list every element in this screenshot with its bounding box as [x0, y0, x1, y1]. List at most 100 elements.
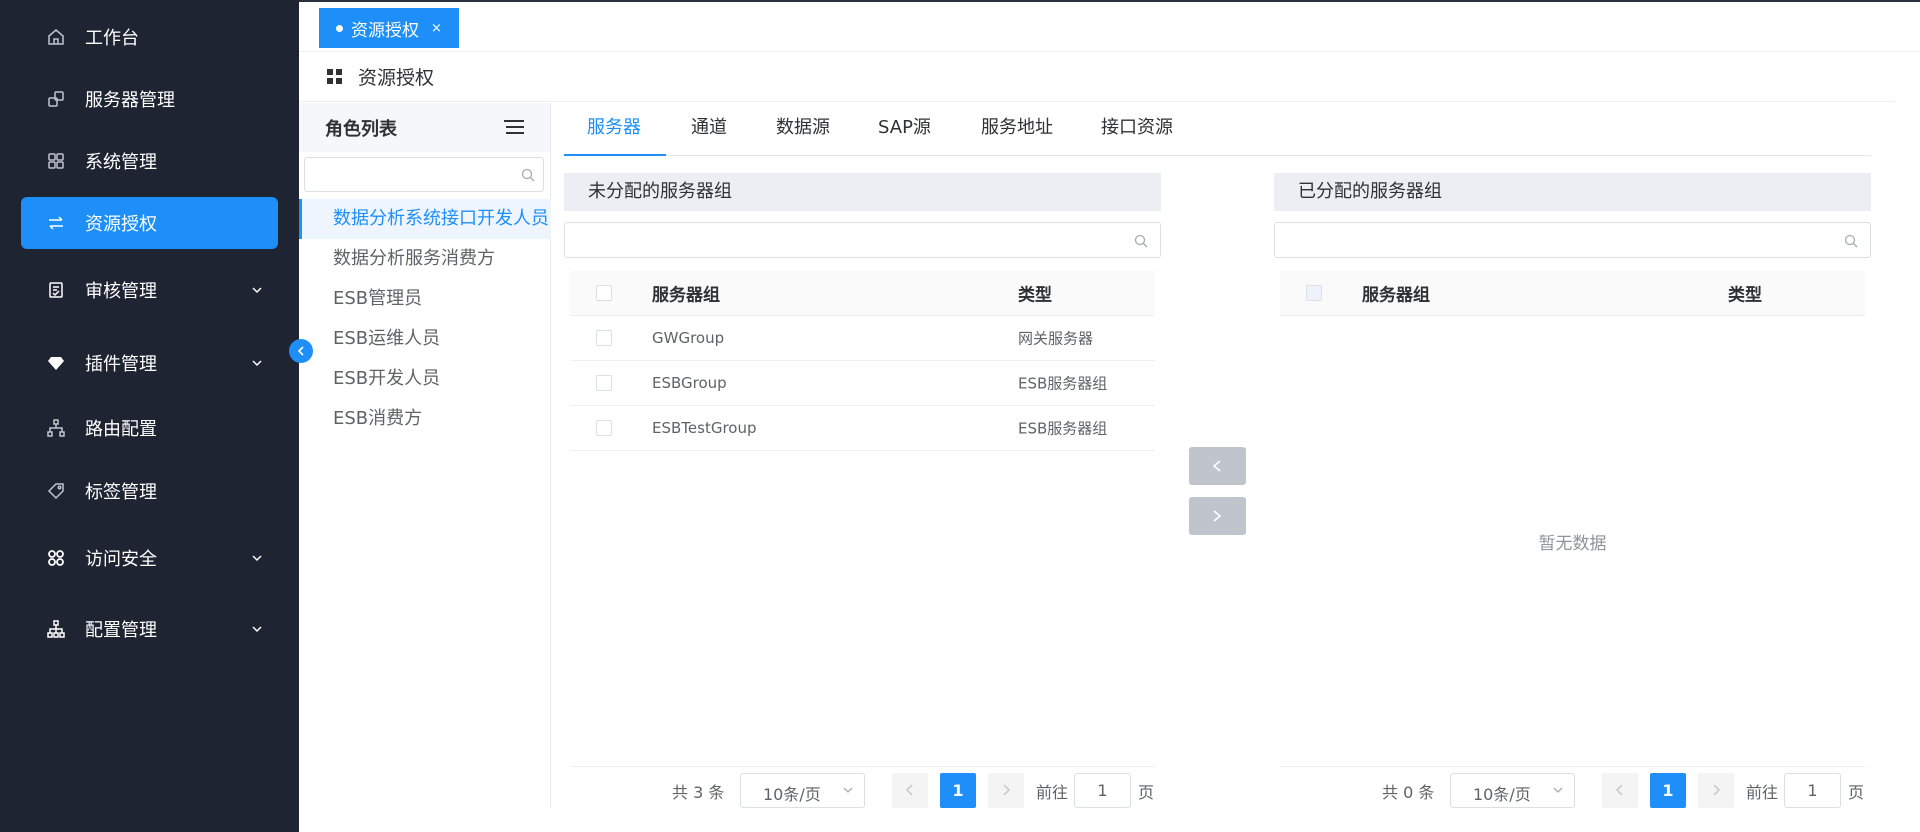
- sidebar-item-route-config[interactable]: 路由配置: [21, 402, 278, 454]
- role-panel: 角色列表 数据分析系统接口开发人员 数据分析服务消费方 ESB管理员 ESB运维…: [299, 103, 551, 808]
- page-tab-resource-auth[interactable]: 资源授权 ×: [319, 8, 459, 48]
- empty-state-text: 暂无数据: [1538, 534, 1607, 554]
- assigned-search-input[interactable]: [1274, 222, 1871, 258]
- move-right-button[interactable]: [1189, 497, 1246, 535]
- role-item[interactable]: ESB运维人员: [299, 319, 551, 359]
- unassigned-panel-title: 未分配的服务器组: [564, 173, 1161, 211]
- sidebar: 工作台 服务器管理 系统管理 资源授权 审核管理 插件管理 路由配置 标签管理 …: [0, 0, 299, 832]
- sidebar-item-access-security[interactable]: 访问安全: [21, 532, 278, 584]
- page-unit-label: 页: [1138, 783, 1155, 802]
- cell-type: 网关服务器: [1018, 329, 1094, 348]
- column-header-group: 服务器组: [652, 285, 720, 306]
- server-icon: [48, 91, 64, 107]
- table-row[interactable]: ESBTestGroup ESB服务器组: [570, 406, 1155, 451]
- role-item[interactable]: ESB消费方: [299, 399, 551, 439]
- search-icon: [1844, 234, 1858, 248]
- column-header-group: 服务器组: [1362, 285, 1430, 306]
- sidebar-item-label: 插件管理: [85, 354, 157, 375]
- sidebar-item-system-management[interactable]: 系统管理: [21, 135, 278, 187]
- prev-page-button[interactable]: [1602, 773, 1638, 808]
- page-size-select[interactable]: 10条/页: [740, 773, 865, 808]
- role-item[interactable]: 数据分析系统接口开发人员: [299, 199, 551, 239]
- sidebar-item-label: 服务器管理: [85, 90, 175, 111]
- sidebar-item-label: 路由配置: [85, 419, 157, 440]
- chevron-left-icon: [906, 784, 913, 796]
- page-title: 资源授权: [358, 67, 435, 89]
- sidebar-item-config-management[interactable]: 配置管理: [21, 603, 278, 655]
- row-checkbox[interactable]: [596, 375, 612, 391]
- pagination-total: 共 3 条: [672, 783, 725, 802]
- row-checkbox[interactable]: [596, 420, 612, 436]
- chevron-right-icon: [1713, 784, 1720, 796]
- page-size-select[interactable]: 10条/页: [1450, 773, 1575, 808]
- page-tab-label: 资源授权: [351, 20, 419, 41]
- role-item[interactable]: ESB开发人员: [299, 359, 551, 399]
- swap-icon: [49, 216, 63, 230]
- table-row[interactable]: GWGroup 网关服务器: [570, 316, 1155, 361]
- sidebar-item-label: 工作台: [85, 28, 139, 49]
- sidebar-item-audit-management[interactable]: 审核管理: [21, 264, 278, 316]
- sidebar-item-server-management[interactable]: 服务器管理: [21, 73, 278, 125]
- tab-interface-resource[interactable]: 接口资源: [1101, 103, 1173, 156]
- table-row[interactable]: ESBGroup ESB服务器组: [570, 361, 1155, 406]
- sidebar-item-label: 审核管理: [85, 281, 157, 302]
- role-panel-header: 角色列表: [299, 103, 550, 152]
- sidebar-item-label: 系统管理: [85, 152, 157, 173]
- chevron-right-icon: [1213, 510, 1222, 522]
- sidebar-item-label: 访问安全: [85, 549, 157, 570]
- role-item[interactable]: 数据分析服务消费方: [299, 239, 551, 279]
- resource-tabs: 服务器 通道 数据源 SAP源 服务地址 接口资源: [564, 103, 1871, 156]
- page-number-button[interactable]: 1: [1650, 773, 1686, 808]
- chevron-down-icon: [843, 787, 853, 793]
- tab-sap-source[interactable]: SAP源: [878, 103, 931, 156]
- cell-type: ESB服务器组: [1018, 374, 1108, 393]
- move-left-button[interactable]: [1189, 447, 1246, 485]
- tab-service-address[interactable]: 服务地址: [981, 103, 1053, 156]
- page-number-button[interactable]: 1: [940, 773, 976, 808]
- tab-server[interactable]: 服务器: [587, 103, 641, 156]
- prev-page-button[interactable]: [892, 773, 928, 808]
- sidebar-item-plugin-management[interactable]: 插件管理: [21, 337, 278, 389]
- select-all-checkbox[interactable]: [596, 285, 612, 301]
- role-item[interactable]: ESB管理员: [299, 279, 551, 319]
- unassigned-search-input[interactable]: [564, 222, 1161, 258]
- search-icon: [1134, 234, 1148, 248]
- sidebar-item-workbench[interactable]: 工作台: [21, 11, 278, 63]
- unassigned-panel: 未分配的服务器组 服务器组 类型 GWGroup 网关服务器 ESBGroup …: [564, 173, 1161, 813]
- sidebar-item-label: 标签管理: [85, 482, 157, 503]
- select-all-checkbox[interactable]: [1306, 285, 1322, 301]
- assigned-panel-title: 已分配的服务器组: [1274, 173, 1871, 211]
- pagination-total: 共 0 条: [1382, 783, 1435, 802]
- sidebar-item-resource-auth[interactable]: 资源授权: [21, 197, 278, 249]
- chevron-left-icon: [297, 346, 304, 356]
- menu-icon[interactable]: [504, 118, 526, 136]
- next-page-button[interactable]: [1698, 773, 1734, 808]
- chevron-left-icon: [1616, 784, 1623, 796]
- chevron-down-icon: [252, 626, 262, 633]
- grid-icon: [48, 153, 64, 169]
- sidebar-item-label: 配置管理: [85, 620, 157, 641]
- tab-channel[interactable]: 通道: [691, 103, 727, 156]
- row-checkbox[interactable]: [596, 330, 612, 346]
- tab-datasource[interactable]: 数据源: [776, 103, 830, 156]
- chevron-right-icon: [1003, 784, 1010, 796]
- goto-page-input[interactable]: 1: [1074, 773, 1131, 808]
- close-icon[interactable]: ×: [431, 21, 442, 36]
- column-header-type: 类型: [1728, 285, 1762, 306]
- goto-page-input[interactable]: 1: [1784, 773, 1841, 808]
- active-dot: [336, 24, 343, 32]
- table-header: 服务器组 类型: [1280, 271, 1865, 316]
- sidebar-collapse-button[interactable]: [289, 339, 313, 363]
- goto-label: 前往: [1036, 783, 1069, 802]
- assigned-panel: 已分配的服务器组 服务器组 类型 暂无数据 共 0 条 10条/页 1 前往 1…: [1274, 173, 1871, 813]
- next-page-button[interactable]: [988, 773, 1024, 808]
- goto-label: 前往: [1746, 783, 1779, 802]
- sidebar-item-tag-management[interactable]: 标签管理: [21, 465, 278, 517]
- cell-group: GWGroup: [652, 329, 725, 347]
- role-search-input[interactable]: [304, 157, 544, 192]
- role-panel-title: 角色列表: [325, 118, 397, 140]
- active-tab-indicator: [564, 154, 666, 156]
- chevron-down-icon: [252, 360, 262, 367]
- home-icon: [48, 29, 64, 45]
- unassigned-table: 服务器组 类型 GWGroup 网关服务器 ESBGroup ESB服务器组 E…: [570, 271, 1155, 451]
